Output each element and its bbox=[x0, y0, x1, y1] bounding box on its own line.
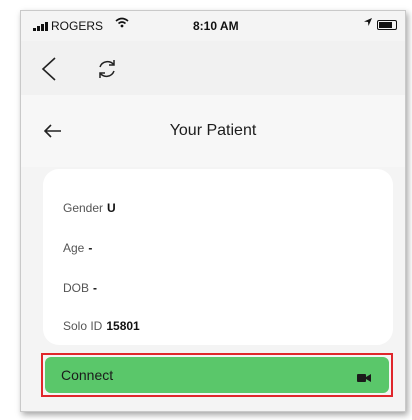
signal-icon bbox=[33, 21, 49, 31]
connect-button[interactable]: Connect bbox=[45, 357, 389, 393]
refresh-icon[interactable] bbox=[89, 51, 125, 87]
status-bar: ROGERS 8:10 AM bbox=[21, 11, 405, 41]
status-time: 8:10 AM bbox=[193, 19, 239, 33]
solo-id-row: Solo ID 15801 bbox=[63, 319, 140, 333]
phone-screen: ROGERS 8:10 AM Your Patient Gender U Age… bbox=[20, 10, 406, 412]
app-header: Your Patient bbox=[21, 95, 405, 167]
connect-label: Connect bbox=[61, 367, 114, 383]
page-title: Your Patient bbox=[169, 122, 257, 139]
video-camera-icon bbox=[357, 370, 373, 382]
dob-value: - bbox=[93, 281, 98, 295]
wifi-icon bbox=[115, 17, 129, 31]
gender-label: Gender bbox=[63, 201, 104, 215]
chevron-left-icon[interactable] bbox=[31, 51, 67, 87]
browser-toolbar bbox=[21, 41, 405, 96]
carrier-name: ROGERS bbox=[51, 19, 104, 33]
patient-info-card: Gender U Age - DOB - Solo ID 15801 bbox=[43, 169, 393, 345]
age-row: Age - bbox=[63, 241, 92, 255]
gender-row: Gender U bbox=[63, 201, 116, 215]
dob-row: DOB - bbox=[63, 281, 97, 295]
solo-id-label: Solo ID bbox=[63, 319, 103, 333]
location-icon bbox=[363, 17, 373, 30]
age-label: Age bbox=[63, 241, 85, 255]
battery-icon bbox=[377, 20, 397, 30]
age-value: - bbox=[88, 241, 93, 255]
solo-id-value: 15801 bbox=[106, 319, 140, 333]
dob-label: DOB bbox=[63, 281, 90, 295]
gender-value: U bbox=[107, 201, 116, 215]
